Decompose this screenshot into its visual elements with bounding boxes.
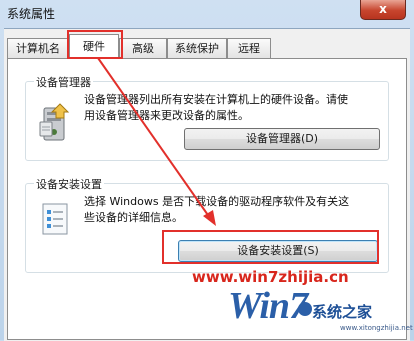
watermark-small-url: www.xitongzhijia.net xyxy=(340,324,413,332)
watermark-home-icon xyxy=(298,302,312,316)
watermark-site-name: 系统之家 xyxy=(312,303,373,321)
highlight-install-button xyxy=(162,230,379,264)
annotation-arrow xyxy=(97,57,216,226)
highlight-hardware-tab xyxy=(67,30,123,59)
system-properties-window: 系统属性 x 计算机名 硬件 高级 系统保护 远程 设备管理器 设备管理器列出所… xyxy=(0,0,414,341)
watermark-logo: Win7 xyxy=(228,285,308,327)
watermark-url: www.win7zhijia.cn xyxy=(192,268,349,286)
